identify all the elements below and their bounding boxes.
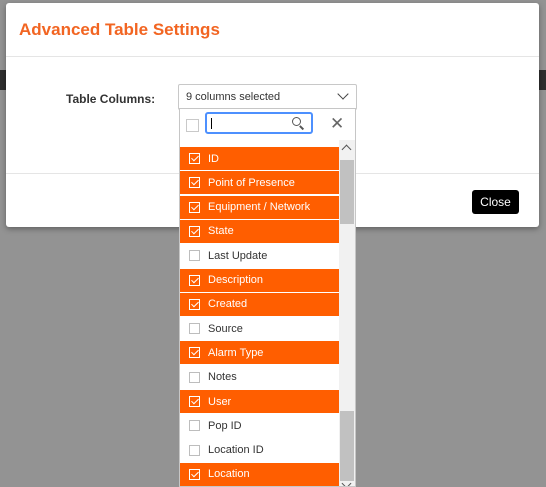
close-button[interactable]: Close [472,190,519,214]
checked-checkbox-icon[interactable] [189,468,200,480]
scrollbar-thumb[interactable] [340,160,354,224]
column-option[interactable]: Point of Presence [180,171,339,195]
text-cursor [211,118,212,129]
unchecked-checkbox-icon[interactable] [189,371,200,383]
dropdown-scrollbar[interactable] [339,140,355,486]
column-option-label: Source [208,322,243,335]
unchecked-checkbox-icon[interactable] [189,444,200,456]
unchecked-checkbox-icon[interactable] [189,323,200,335]
dropdown-header: ✕ [180,109,355,140]
chevron-down-icon [337,88,349,100]
checked-checkbox-icon[interactable] [189,225,200,237]
scroll-up-icon[interactable] [341,144,352,155]
columns-dropdown: ✕ ID Point of Presence Equipment / Network… [179,108,356,487]
clear-icon[interactable]: ✕ [330,115,344,132]
checked-checkbox-icon[interactable] [189,274,200,286]
column-option-label: Point of Presence [208,176,295,189]
column-option[interactable]: ID [180,147,339,170]
column-option[interactable]: Notes [180,365,339,389]
column-option[interactable]: Last Update [180,244,339,268]
column-option-label: Notes [208,371,237,384]
select-all-checkbox[interactable] [186,119,199,132]
column-option[interactable]: User [180,390,339,413]
modal-title: Advanced Table Settings [19,20,220,39]
modal-header: Advanced Table Settings [6,3,539,57]
unchecked-checkbox-icon[interactable] [189,420,200,432]
column-option-label: Location [208,468,250,481]
column-option-label: Pop ID [208,419,242,432]
column-option-label: ID [208,152,219,165]
search-icon [292,117,301,126]
checked-checkbox-icon[interactable] [189,177,200,189]
column-option-label: Last Update [208,249,268,262]
checked-checkbox-icon[interactable] [189,201,200,213]
column-option[interactable]: Alarm Type [180,341,339,365]
column-option-label: State [208,225,234,238]
unchecked-checkbox-icon[interactable] [189,250,200,262]
column-option[interactable]: Location ID [180,438,339,462]
checked-checkbox-icon[interactable] [189,298,200,310]
column-option-label: Description [208,274,264,286]
column-option-label: User [208,395,232,408]
table-columns-label: Table Columns: [66,92,156,106]
dropdown-search-input[interactable] [205,112,313,134]
select-value: 9 columns selected [186,91,281,103]
column-option-label: Equipment / Network [208,201,311,214]
column-option-label: Created [208,298,248,311]
column-option[interactable]: Description [180,268,339,292]
column-option[interactable]: Created [180,292,339,316]
column-option-label: Alarm Type [208,346,264,359]
column-option[interactable]: Pop ID [180,414,339,438]
checked-checkbox-icon[interactable] [189,396,200,407]
checked-checkbox-icon[interactable] [189,153,200,164]
column-option[interactable]: State [180,219,339,243]
checked-checkbox-icon[interactable] [189,347,200,359]
column-option[interactable]: Equipment / Network [180,195,339,219]
scrollbar-thumb-lower[interactable] [340,411,354,481]
column-option-label: Location ID [208,444,264,457]
column-option[interactable]: Location [180,462,339,486]
table-columns-select[interactable]: 9 columns selected [178,84,357,110]
column-option[interactable]: Source [180,317,339,341]
